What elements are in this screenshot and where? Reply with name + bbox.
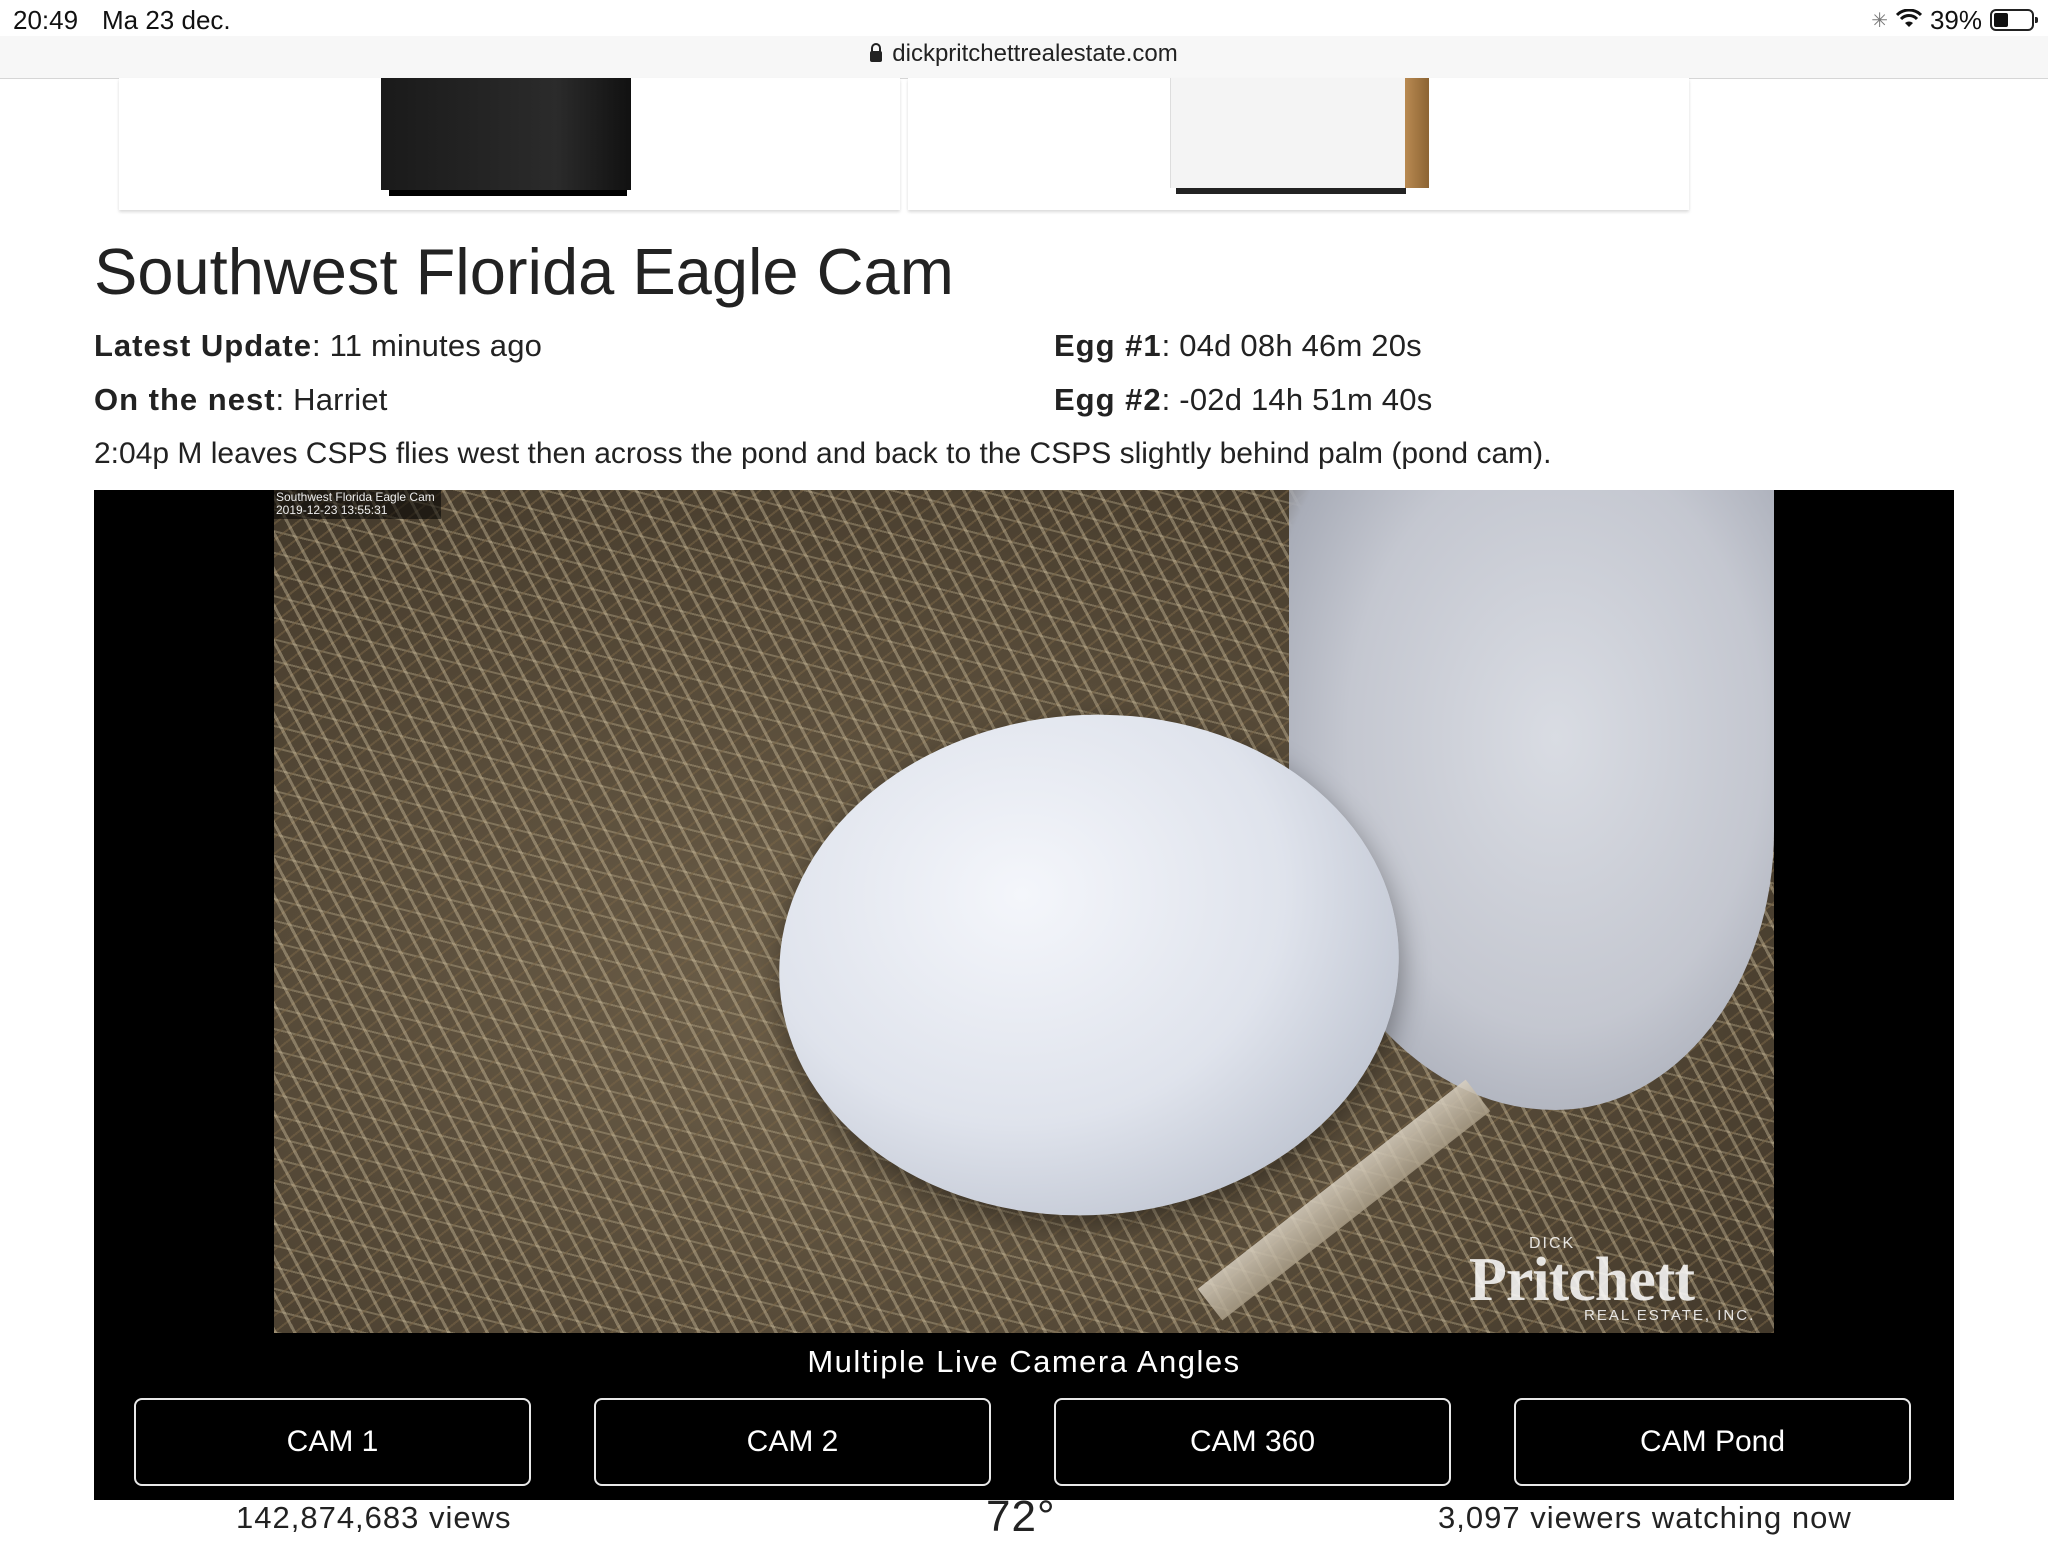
lock-icon: [870, 43, 883, 62]
status-bar: 20:49 Ma 23 dec. ✳ 39%: [0, 0, 2048, 40]
url-text[interactable]: dickpritchettrealestate.com: [892, 40, 1177, 67]
battery-icon: [1990, 9, 2038, 31]
egg2-timer: Egg #2: -02d 14h 51m 40s: [1054, 382, 1433, 417]
latest-update-value: 11 minutes ago: [329, 328, 543, 363]
logo-main-text: Pritchett: [1469, 1246, 1695, 1314]
camera-angles-heading: Multiple Live Camera Angles: [807, 1344, 1241, 1379]
cam-pond-button[interactable]: CAM Pond: [1514, 1398, 1911, 1486]
temperature: 72°: [986, 1492, 1056, 1541]
egg2-label: Egg #2: [1054, 382, 1162, 417]
cam-2-button[interactable]: CAM 2: [594, 1398, 991, 1486]
cam-360-button[interactable]: CAM 360: [1054, 1398, 1451, 1486]
wifi-icon: [1895, 5, 1923, 36]
overlay-timestamp: 2019-12-23 13:55:31: [276, 503, 388, 517]
wood-side-panel: [1405, 78, 1429, 188]
viewer-count: 3,097 viewers watching now: [1438, 1500, 1852, 1535]
status-date: Ma 23 dec.: [102, 5, 231, 35]
egg1-label: Egg #1: [1054, 328, 1162, 363]
latest-update: Latest Update: 11 minutes ago: [94, 328, 543, 363]
egg2-value: -02d 14h 51m 40s: [1179, 382, 1433, 417]
page-title: Southwest Florida Eagle Cam: [94, 235, 954, 308]
white-cabinet-image: [1170, 78, 1406, 188]
cabinet-base: [389, 190, 627, 196]
product-card-black-cabinet[interactable]: [119, 78, 900, 210]
logo-sub-text: REAL ESTATE, INC.: [1584, 1307, 1756, 1324]
view-count: 142,874,683 views: [236, 1500, 512, 1535]
egg1-timer: Egg #1: 04d 08h 46m 20s: [1054, 328, 1422, 363]
pritchett-logo: DICK Pritchett REAL ESTATE, INC.: [1469, 1235, 1769, 1325]
live-camera-feed[interactable]: Southwest Florida Eagle Cam 2019-12-23 1…: [274, 490, 1774, 1333]
latest-update-label: Latest Update: [94, 328, 312, 363]
url-bar[interactable]: dickpritchettrealestate.com: [0, 36, 2048, 79]
status-time: 20:49: [13, 5, 79, 35]
black-cabinet-image: [381, 78, 631, 190]
update-note: 2:04p M leaves CSPS flies west then acro…: [94, 437, 1552, 470]
battery-percent: 39%: [1929, 4, 1982, 35]
product-card-white-cabinet[interactable]: [908, 78, 1689, 210]
cabinet-base: [1176, 188, 1406, 194]
on-nest-value: Harriet: [293, 382, 388, 417]
camera-overlay: Southwest Florida Eagle Cam 2019-12-23 1…: [274, 490, 441, 519]
on-the-nest: On the nest: Harriet: [94, 382, 388, 417]
activity-spinner-icon: ✳: [1871, 9, 1888, 32]
on-nest-label: On the nest: [94, 382, 276, 417]
cam-1-button[interactable]: CAM 1: [134, 1398, 531, 1486]
status-indicators: ✳ 39%: [1871, 4, 2038, 36]
video-player[interactable]: Southwest Florida Eagle Cam 2019-12-23 1…: [94, 490, 1954, 1500]
egg1-value: 04d 08h 46m 20s: [1179, 328, 1422, 363]
